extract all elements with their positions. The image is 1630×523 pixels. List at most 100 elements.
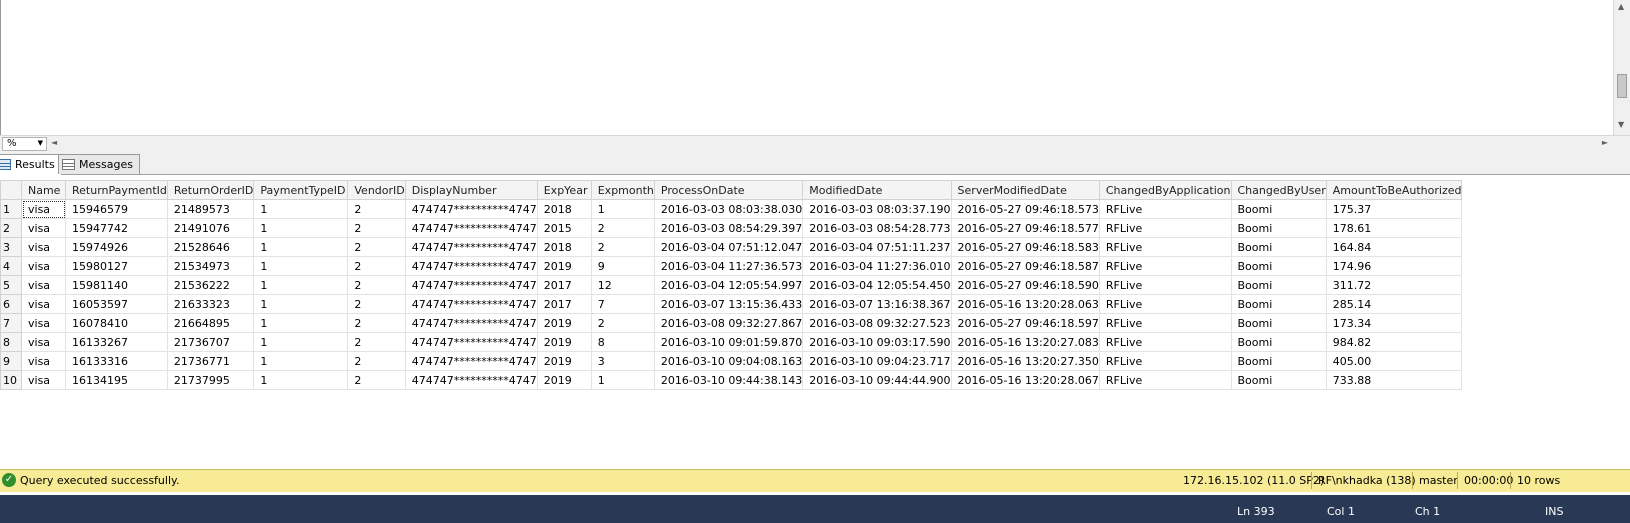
grid-cell[interactable]: 2 <box>590 218 655 238</box>
grid-cell[interactable]: Boomi <box>1230 237 1327 257</box>
grid-cell[interactable]: 21633323 <box>166 294 255 314</box>
grid-cell[interactable]: 15981140 <box>65 275 168 295</box>
grid-cell[interactable]: visa <box>21 351 66 371</box>
grid-cell[interactable]: Boomi <box>1230 351 1327 371</box>
grid-cell[interactable]: 474747**********4747 <box>404 370 538 390</box>
grid-cell[interactable]: 2019 <box>536 351 592 371</box>
grid-cell[interactable]: visa <box>21 313 66 333</box>
row-number-cell[interactable]: 6 <box>0 294 22 314</box>
grid-cell[interactable]: 474747**********4747 <box>404 275 538 295</box>
grid-cell[interactable]: 474747**********4747 <box>404 351 538 371</box>
grid-cell[interactable]: 16134195 <box>65 370 168 390</box>
grid-cell[interactable]: visa <box>21 294 66 314</box>
grid-cell[interactable]: 16133316 <box>65 351 168 371</box>
grid-cell[interactable]: 1 <box>253 199 349 219</box>
column-header[interactable]: ModifiedDate <box>802 180 952 200</box>
row-number-cell[interactable]: 7 <box>0 313 22 333</box>
grid-cell[interactable]: 21736707 <box>166 332 255 352</box>
grid-cell[interactable]: 1 <box>253 351 349 371</box>
grid-cell[interactable]: 2 <box>347 332 406 352</box>
column-header[interactable]: ServerModifiedDate <box>950 180 1100 200</box>
grid-cell[interactable]: 2 <box>590 237 655 257</box>
grid-cell[interactable]: 1 <box>253 237 349 257</box>
zoom-select[interactable]: % ▼ <box>2 137 47 151</box>
grid-cell[interactable]: 2016-03-03 08:54:29.397 <box>653 218 804 238</box>
column-header[interactable]: ExpYear <box>536 180 592 200</box>
tab-messages[interactable]: Messages <box>58 154 140 174</box>
column-header[interactable]: VendorID <box>347 180 406 200</box>
grid-cell[interactable]: 2016-05-16 13:20:28.063 <box>950 294 1100 314</box>
grid-cell[interactable]: 2016-03-10 09:03:17.590 <box>802 332 952 352</box>
grid-cell[interactable]: 2 <box>347 199 406 219</box>
row-number-cell[interactable]: 10 <box>0 370 22 390</box>
table-row[interactable]: 1 visa 15946579 21489573 1 2 474747**********4… <box>0 199 1463 219</box>
grid-cell[interactable]: Boomi <box>1230 256 1327 276</box>
scroll-left-arrow-icon[interactable]: ◄ <box>51 138 57 147</box>
editor-vertical-scrollbar[interactable]: ▲ ▼ <box>1613 0 1630 135</box>
grid-cell[interactable]: Boomi <box>1230 294 1327 314</box>
grid-cell[interactable]: 2019 <box>536 313 592 333</box>
table-row[interactable]: 8 visa 16133267 21736707 1 2 474747**********4… <box>0 332 1463 352</box>
grid-cell[interactable]: visa <box>21 332 66 352</box>
grid-cell[interactable]: 2 <box>347 275 406 295</box>
column-header[interactable]: ChangedByApplication <box>1098 180 1232 200</box>
grid-cell[interactable]: 2 <box>347 370 406 390</box>
row-number-cell[interactable]: 2 <box>0 218 22 238</box>
tab-results[interactable]: Results <box>0 154 62 176</box>
grid-cell[interactable]: 2019 <box>536 256 592 276</box>
grid-cell[interactable]: 15947742 <box>65 218 168 238</box>
grid-cell[interactable]: Boomi <box>1230 370 1327 390</box>
grid-cell[interactable]: 1 <box>253 332 349 352</box>
scroll-down-arrow-icon[interactable]: ▼ <box>1618 120 1624 129</box>
grid-cell[interactable]: 2 <box>347 351 406 371</box>
grid-cell[interactable]: 1 <box>253 218 349 238</box>
grid-cell[interactable]: 2016-03-03 08:54:28.773 <box>802 218 952 238</box>
grid-cell[interactable]: 2016-03-04 12:05:54.997 <box>653 275 804 295</box>
grid-cell[interactable]: Boomi <box>1230 313 1327 333</box>
grid-cell[interactable]: 2016-05-27 09:46:18.587 <box>950 256 1100 276</box>
column-header[interactable]: PaymentTypeID <box>253 180 349 200</box>
grid-cell[interactable]: 2016-05-27 09:46:18.583 <box>950 237 1100 257</box>
grid-cell[interactable]: 2019 <box>536 332 592 352</box>
grid-cell[interactable]: 2016-03-03 08:03:37.190 <box>802 199 952 219</box>
grid-cell[interactable]: 16053597 <box>65 294 168 314</box>
grid-cell[interactable]: 21489573 <box>166 199 255 219</box>
table-row[interactable]: 3 visa 15974926 21528646 1 2 474747**********4… <box>0 237 1463 257</box>
grid-cell[interactable]: 984.82 <box>1325 332 1463 352</box>
grid-cell[interactable]: 733.88 <box>1325 370 1463 390</box>
table-row[interactable]: 5 visa 15981140 21536222 1 2 474747**********4… <box>0 275 1463 295</box>
grid-cell[interactable]: 2016-05-27 09:46:18.577 <box>950 218 1100 238</box>
grid-cell[interactable]: 2019 <box>536 370 592 390</box>
grid-cell[interactable]: RFLive <box>1098 370 1232 390</box>
grid-cell[interactable]: 2016-03-04 07:51:12.047 <box>653 237 804 257</box>
grid-cell[interactable]: 8 <box>590 332 655 352</box>
grid-cell[interactable]: visa <box>21 237 66 257</box>
grid-cell[interactable]: 2016-03-04 11:27:36.573 <box>653 256 804 276</box>
grid-cell[interactable]: 173.34 <box>1325 313 1463 333</box>
grid-cell[interactable]: visa <box>21 199 66 219</box>
grid-cell[interactable]: 175.37 <box>1325 199 1463 219</box>
grid-cell[interactable]: 2 <box>347 237 406 257</box>
grid-cell[interactable]: 474747**********4747 <box>404 332 538 352</box>
column-header[interactable]: ProcessOnDate <box>653 180 804 200</box>
grid-cell[interactable]: 474747**********4747 <box>404 199 538 219</box>
grid-cell[interactable]: 1 <box>253 313 349 333</box>
grid-cell[interactable]: 1 <box>253 294 349 314</box>
grid-cell[interactable]: 2 <box>347 294 406 314</box>
grid-cell[interactable]: 405.00 <box>1325 351 1463 371</box>
query-editor[interactable]: ▲ ▼ <box>0 0 1630 135</box>
row-number-cell[interactable]: 1 <box>0 199 22 219</box>
grid-cell[interactable]: 174.96 <box>1325 256 1463 276</box>
grid-cell[interactable]: 2018 <box>536 237 592 257</box>
grid-cell[interactable]: RFLive <box>1098 332 1232 352</box>
grid-cell[interactable]: 15946579 <box>65 199 168 219</box>
row-number-cell[interactable]: 4 <box>0 256 22 276</box>
grid-cell[interactable]: 2016-03-04 11:27:36.010 <box>802 256 952 276</box>
grid-cell[interactable]: 2016-03-08 09:32:27.867 <box>653 313 804 333</box>
grid-cell[interactable]: 2016-03-03 08:03:38.030 <box>653 199 804 219</box>
grid-cell[interactable]: 21491076 <box>166 218 255 238</box>
grid-cell[interactable]: RFLive <box>1098 256 1232 276</box>
grid-cell[interactable]: 12 <box>590 275 655 295</box>
grid-cell[interactable]: 2016-05-27 09:46:18.573 <box>950 199 1100 219</box>
grid-cell[interactable]: 2016-03-04 12:05:54.450 <box>802 275 952 295</box>
